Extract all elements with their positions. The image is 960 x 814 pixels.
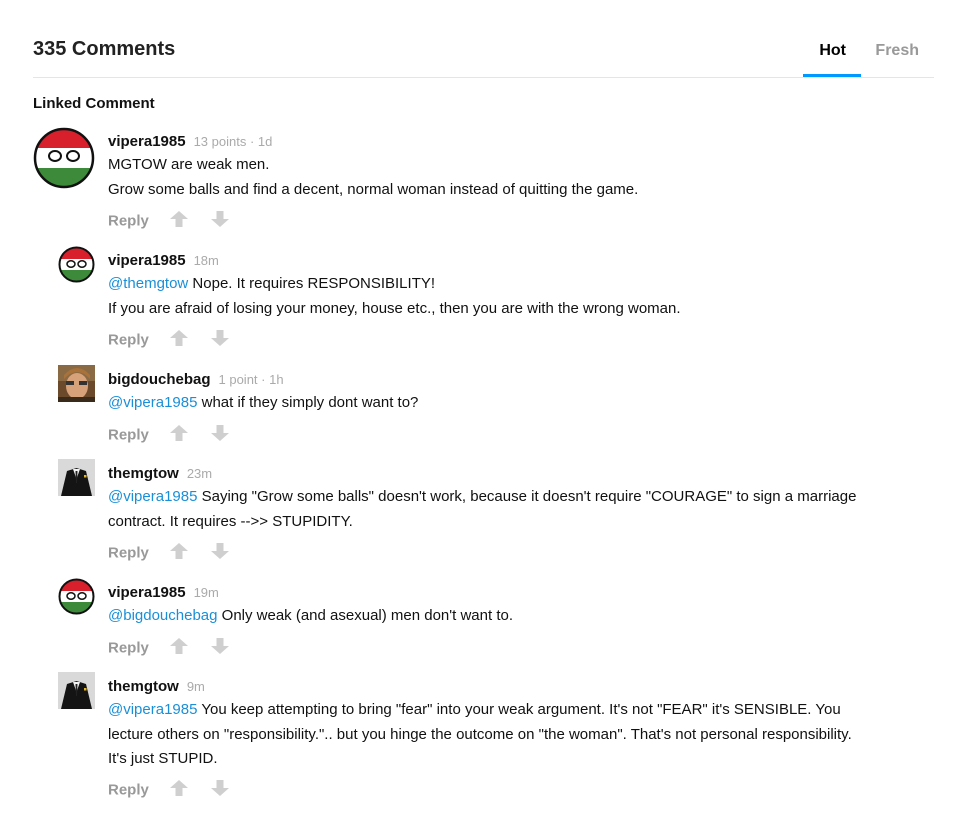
photo-avatar[interactable] bbox=[58, 365, 95, 402]
comment-line: lecture others on "responsibility.".. bu… bbox=[108, 725, 852, 743]
upvote-icon[interactable] bbox=[169, 211, 189, 232]
comment-line: If you are afraid of losing your money, … bbox=[108, 299, 681, 317]
comment-text: @vipera1985 You keep attempting to bring… bbox=[108, 698, 938, 772]
hungary-ball-avatar[interactable] bbox=[33, 127, 95, 189]
comment-meta: vipera1985 19m bbox=[108, 584, 219, 602]
downvote-icon[interactable] bbox=[210, 211, 230, 232]
comment-meta: themgtow 23m bbox=[108, 465, 212, 483]
comment-actions: Reply bbox=[108, 211, 230, 231]
mention-link[interactable]: @themgtow bbox=[108, 275, 188, 292]
comment-text: @vipera1985 Saying "Grow some balls" doe… bbox=[108, 485, 938, 534]
downvote-icon[interactable] bbox=[210, 638, 230, 659]
hungary-ball-avatar[interactable] bbox=[58, 578, 95, 615]
comment-meta: vipera1985 18m bbox=[108, 252, 219, 270]
comment-line: contract. It requires -->> STUPIDITY. bbox=[108, 512, 353, 530]
downvote-icon[interactable] bbox=[210, 543, 230, 564]
reply-button[interactable]: Reply bbox=[108, 213, 149, 230]
comment-username[interactable]: themgtow bbox=[108, 465, 179, 482]
comment-time: 18m bbox=[193, 253, 219, 268]
comment-time: 23m bbox=[186, 466, 213, 481]
comment-meta: bigdouchebag 1 point · 1h bbox=[108, 371, 284, 389]
comment-text: @vipera1985 what if they simply dont wan… bbox=[108, 391, 938, 416]
comment-username[interactable]: vipera1985 bbox=[108, 252, 186, 269]
reply-button[interactable]: Reply bbox=[108, 427, 149, 444]
comment-line: @vipera1985 Saying "Grow some balls" doe… bbox=[108, 488, 857, 505]
comment-line: Grow some balls and find a decent, norma… bbox=[108, 180, 639, 198]
comment-time: 19m bbox=[193, 585, 219, 600]
upvote-icon[interactable] bbox=[169, 780, 189, 801]
comment-time: 9m bbox=[186, 679, 205, 694]
upvote-icon[interactable] bbox=[169, 425, 189, 446]
reply-button[interactable]: Reply bbox=[108, 545, 149, 562]
comment-line: @vipera1985 You keep attempting to bring… bbox=[108, 701, 841, 718]
comment-username[interactable]: themgtow bbox=[108, 678, 179, 695]
comment-text: @themgtow Nope. It requires RESPONSIBILI… bbox=[108, 272, 938, 321]
comment-line: @themgtow Nope. It requires RESPONSIBILI… bbox=[108, 275, 436, 292]
comment-points-time: 13 points · 1d bbox=[193, 134, 273, 149]
mention-link[interactable]: @vipera1985 bbox=[108, 488, 197, 505]
upvote-icon[interactable] bbox=[169, 638, 189, 659]
active-tab-indicator bbox=[803, 74, 861, 77]
comment-line: @vipera1985 what if they simply dont wan… bbox=[108, 394, 419, 411]
upvote-icon[interactable] bbox=[169, 543, 189, 564]
suit-avatar[interactable] bbox=[58, 459, 95, 496]
reply-button[interactable]: Reply bbox=[108, 782, 149, 799]
reply-button[interactable]: Reply bbox=[108, 332, 149, 349]
suit-avatar[interactable] bbox=[58, 672, 95, 709]
comment-line: @bigdouchebag Only weak (and asexual) me… bbox=[108, 607, 514, 624]
comment-actions: Reply bbox=[108, 543, 230, 563]
comment-actions: Reply bbox=[108, 425, 230, 445]
comments-header: 335 Comments Hot Fresh bbox=[33, 0, 934, 78]
comment-text: @bigdouchebag Only weak (and asexual) me… bbox=[108, 604, 938, 629]
comment-meta: themgtow 9m bbox=[108, 678, 205, 696]
comment-meta: vipera1985 13 points · 1d bbox=[108, 133, 272, 151]
comment-actions: Reply bbox=[108, 330, 230, 350]
reply-button[interactable]: Reply bbox=[108, 640, 149, 657]
comment-line: MGTOW are weak men. bbox=[108, 156, 270, 173]
tab-fresh[interactable]: Fresh bbox=[875, 42, 919, 60]
comment-points-time: 1 point · 1h bbox=[218, 372, 284, 387]
comment-count-title: 335 Comments bbox=[33, 38, 176, 60]
mention-link[interactable]: @vipera1985 bbox=[108, 394, 197, 411]
comment-line: It's just STUPID. bbox=[108, 750, 218, 767]
comment-username[interactable]: bigdouchebag bbox=[108, 371, 211, 388]
hungary-ball-avatar[interactable] bbox=[58, 246, 95, 283]
comment-username[interactable]: vipera1985 bbox=[108, 584, 186, 601]
comment-username[interactable]: vipera1985 bbox=[108, 133, 186, 150]
tab-hot[interactable]: Hot bbox=[819, 42, 846, 60]
linked-comment-label: Linked Comment bbox=[33, 95, 155, 112]
mention-link[interactable]: @vipera1985 bbox=[108, 701, 197, 718]
comment-actions: Reply bbox=[108, 638, 230, 658]
downvote-icon[interactable] bbox=[210, 780, 230, 801]
comment-text: MGTOW are weak men. Grow some balls and … bbox=[108, 153, 938, 202]
mention-link[interactable]: @bigdouchebag bbox=[108, 607, 217, 624]
downvote-icon[interactable] bbox=[210, 425, 230, 446]
upvote-icon[interactable] bbox=[169, 330, 189, 351]
comment-actions: Reply bbox=[108, 780, 230, 800]
downvote-icon[interactable] bbox=[210, 330, 230, 351]
